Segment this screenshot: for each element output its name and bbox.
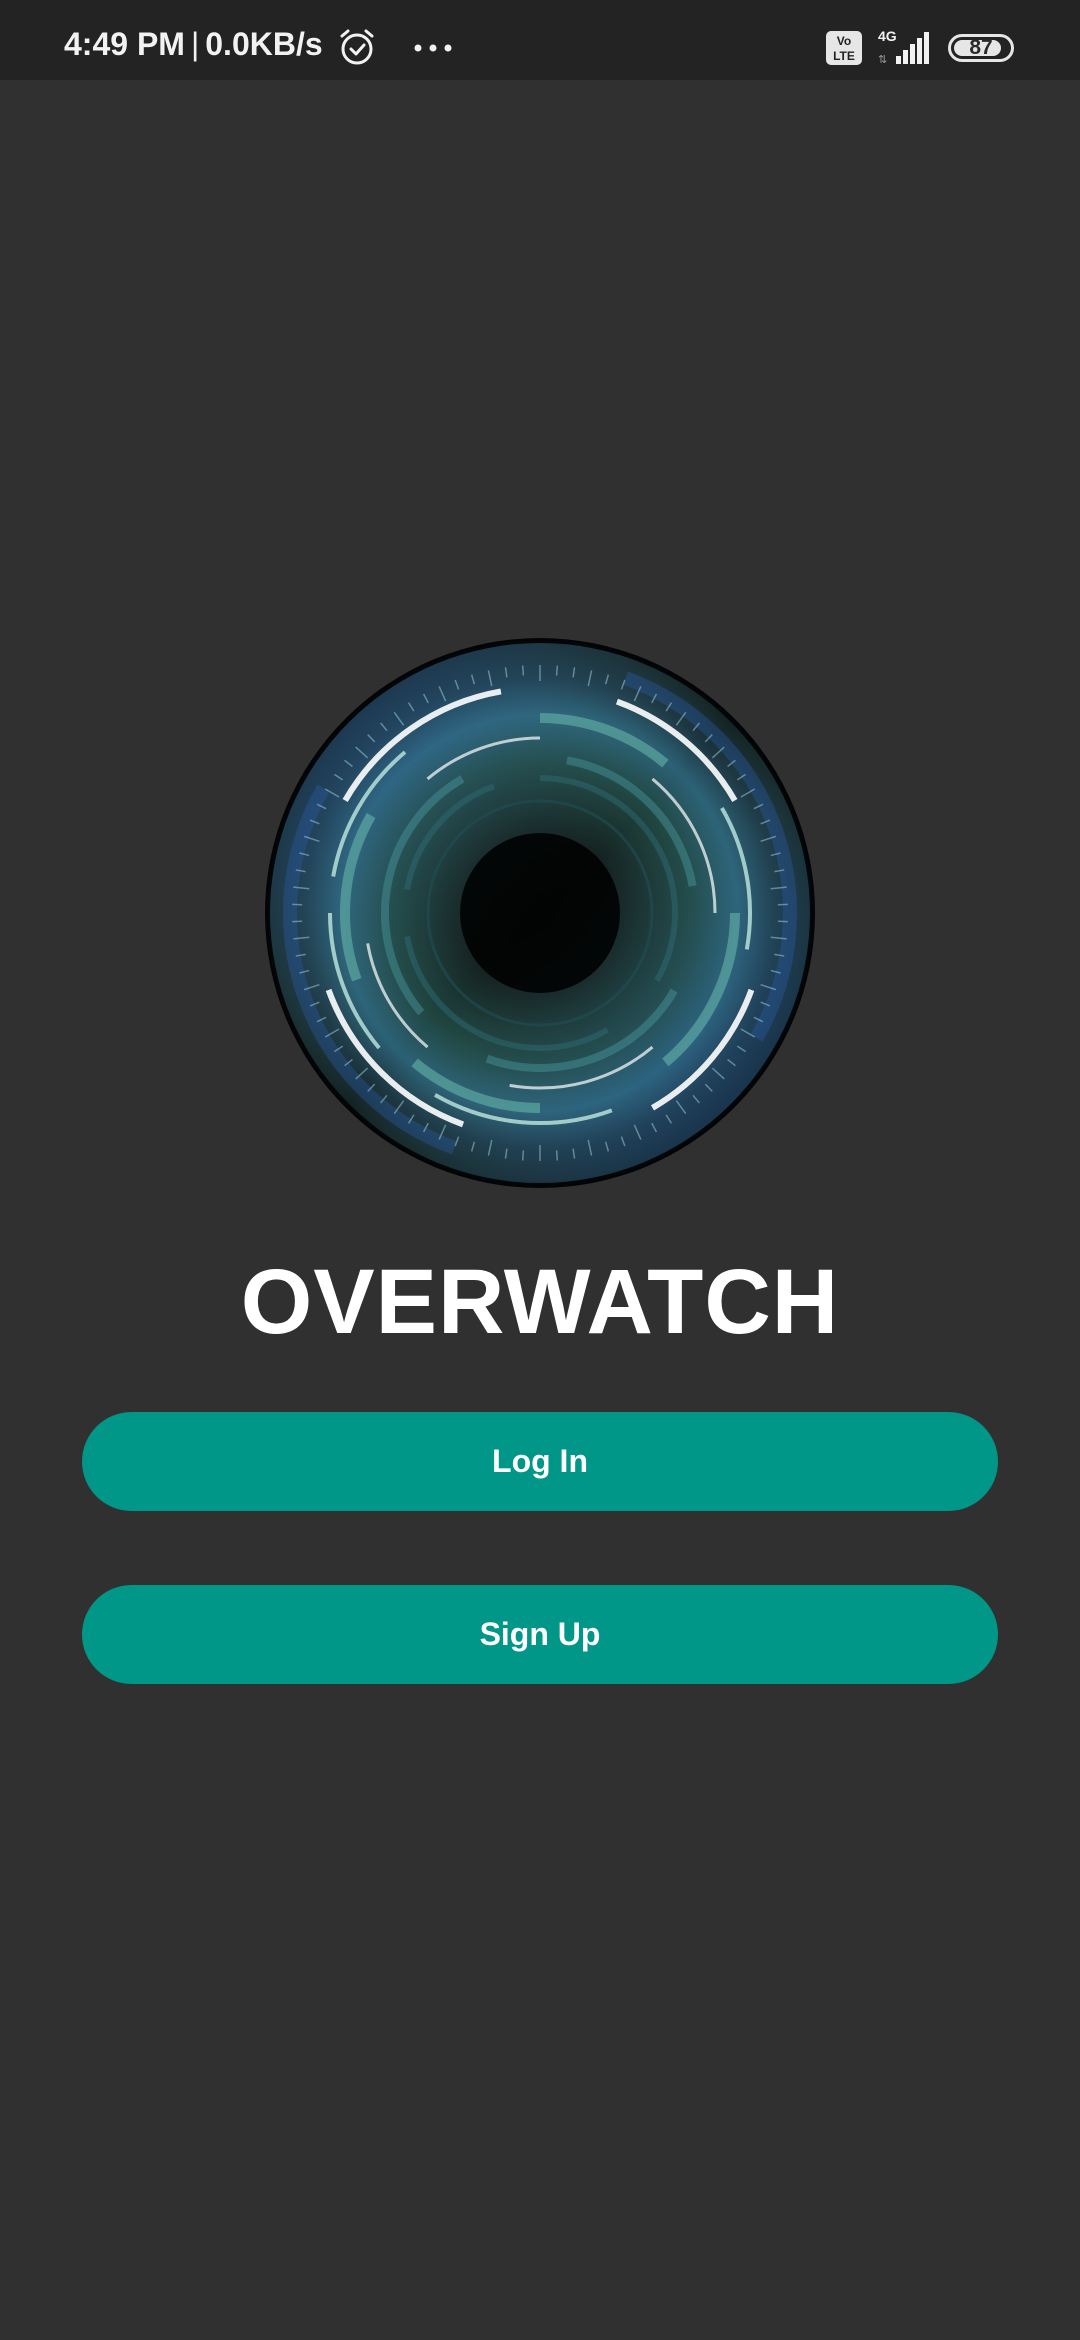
circular-tech-ring-logo-icon — [265, 638, 815, 1188]
login-button[interactable]: Log In — [82, 1412, 998, 1511]
signal-strength-icon: 4G ⇅ — [878, 28, 929, 66]
signal-bar — [917, 38, 922, 64]
volte-label-bottom: LTE — [833, 49, 855, 63]
status-separator: | — [190, 26, 200, 62]
volte-label-top: Vo — [837, 34, 851, 48]
signal-bar — [896, 56, 901, 64]
app-logo — [265, 638, 815, 1188]
battery-icon: 87 — [948, 34, 1014, 62]
network-speed: 0.0KB/s — [205, 26, 323, 62]
volte-icon: Vo LTE — [826, 31, 862, 65]
status-time: 4:49 PM — [64, 26, 185, 62]
signal-bar — [910, 44, 915, 64]
status-time-and-speed: 4:49 PM | 0.0KB/s — [64, 26, 323, 63]
signal-bar — [924, 32, 929, 64]
alarm-clock-icon — [340, 29, 374, 65]
more-dots-icon — [414, 44, 452, 52]
signup-button[interactable]: Sign Up — [82, 1585, 998, 1684]
signal-bar — [903, 50, 908, 64]
battery-level-text: 87 — [969, 36, 993, 59]
status-bar: 4:49 PM | 0.0KB/s Vo LTE 4G ⇅ 87 — [0, 0, 1080, 80]
network-type-label: 4G — [878, 28, 897, 44]
app-title: OVERWATCH — [240, 1251, 840, 1353]
svg-text:⇅: ⇅ — [878, 54, 887, 66]
